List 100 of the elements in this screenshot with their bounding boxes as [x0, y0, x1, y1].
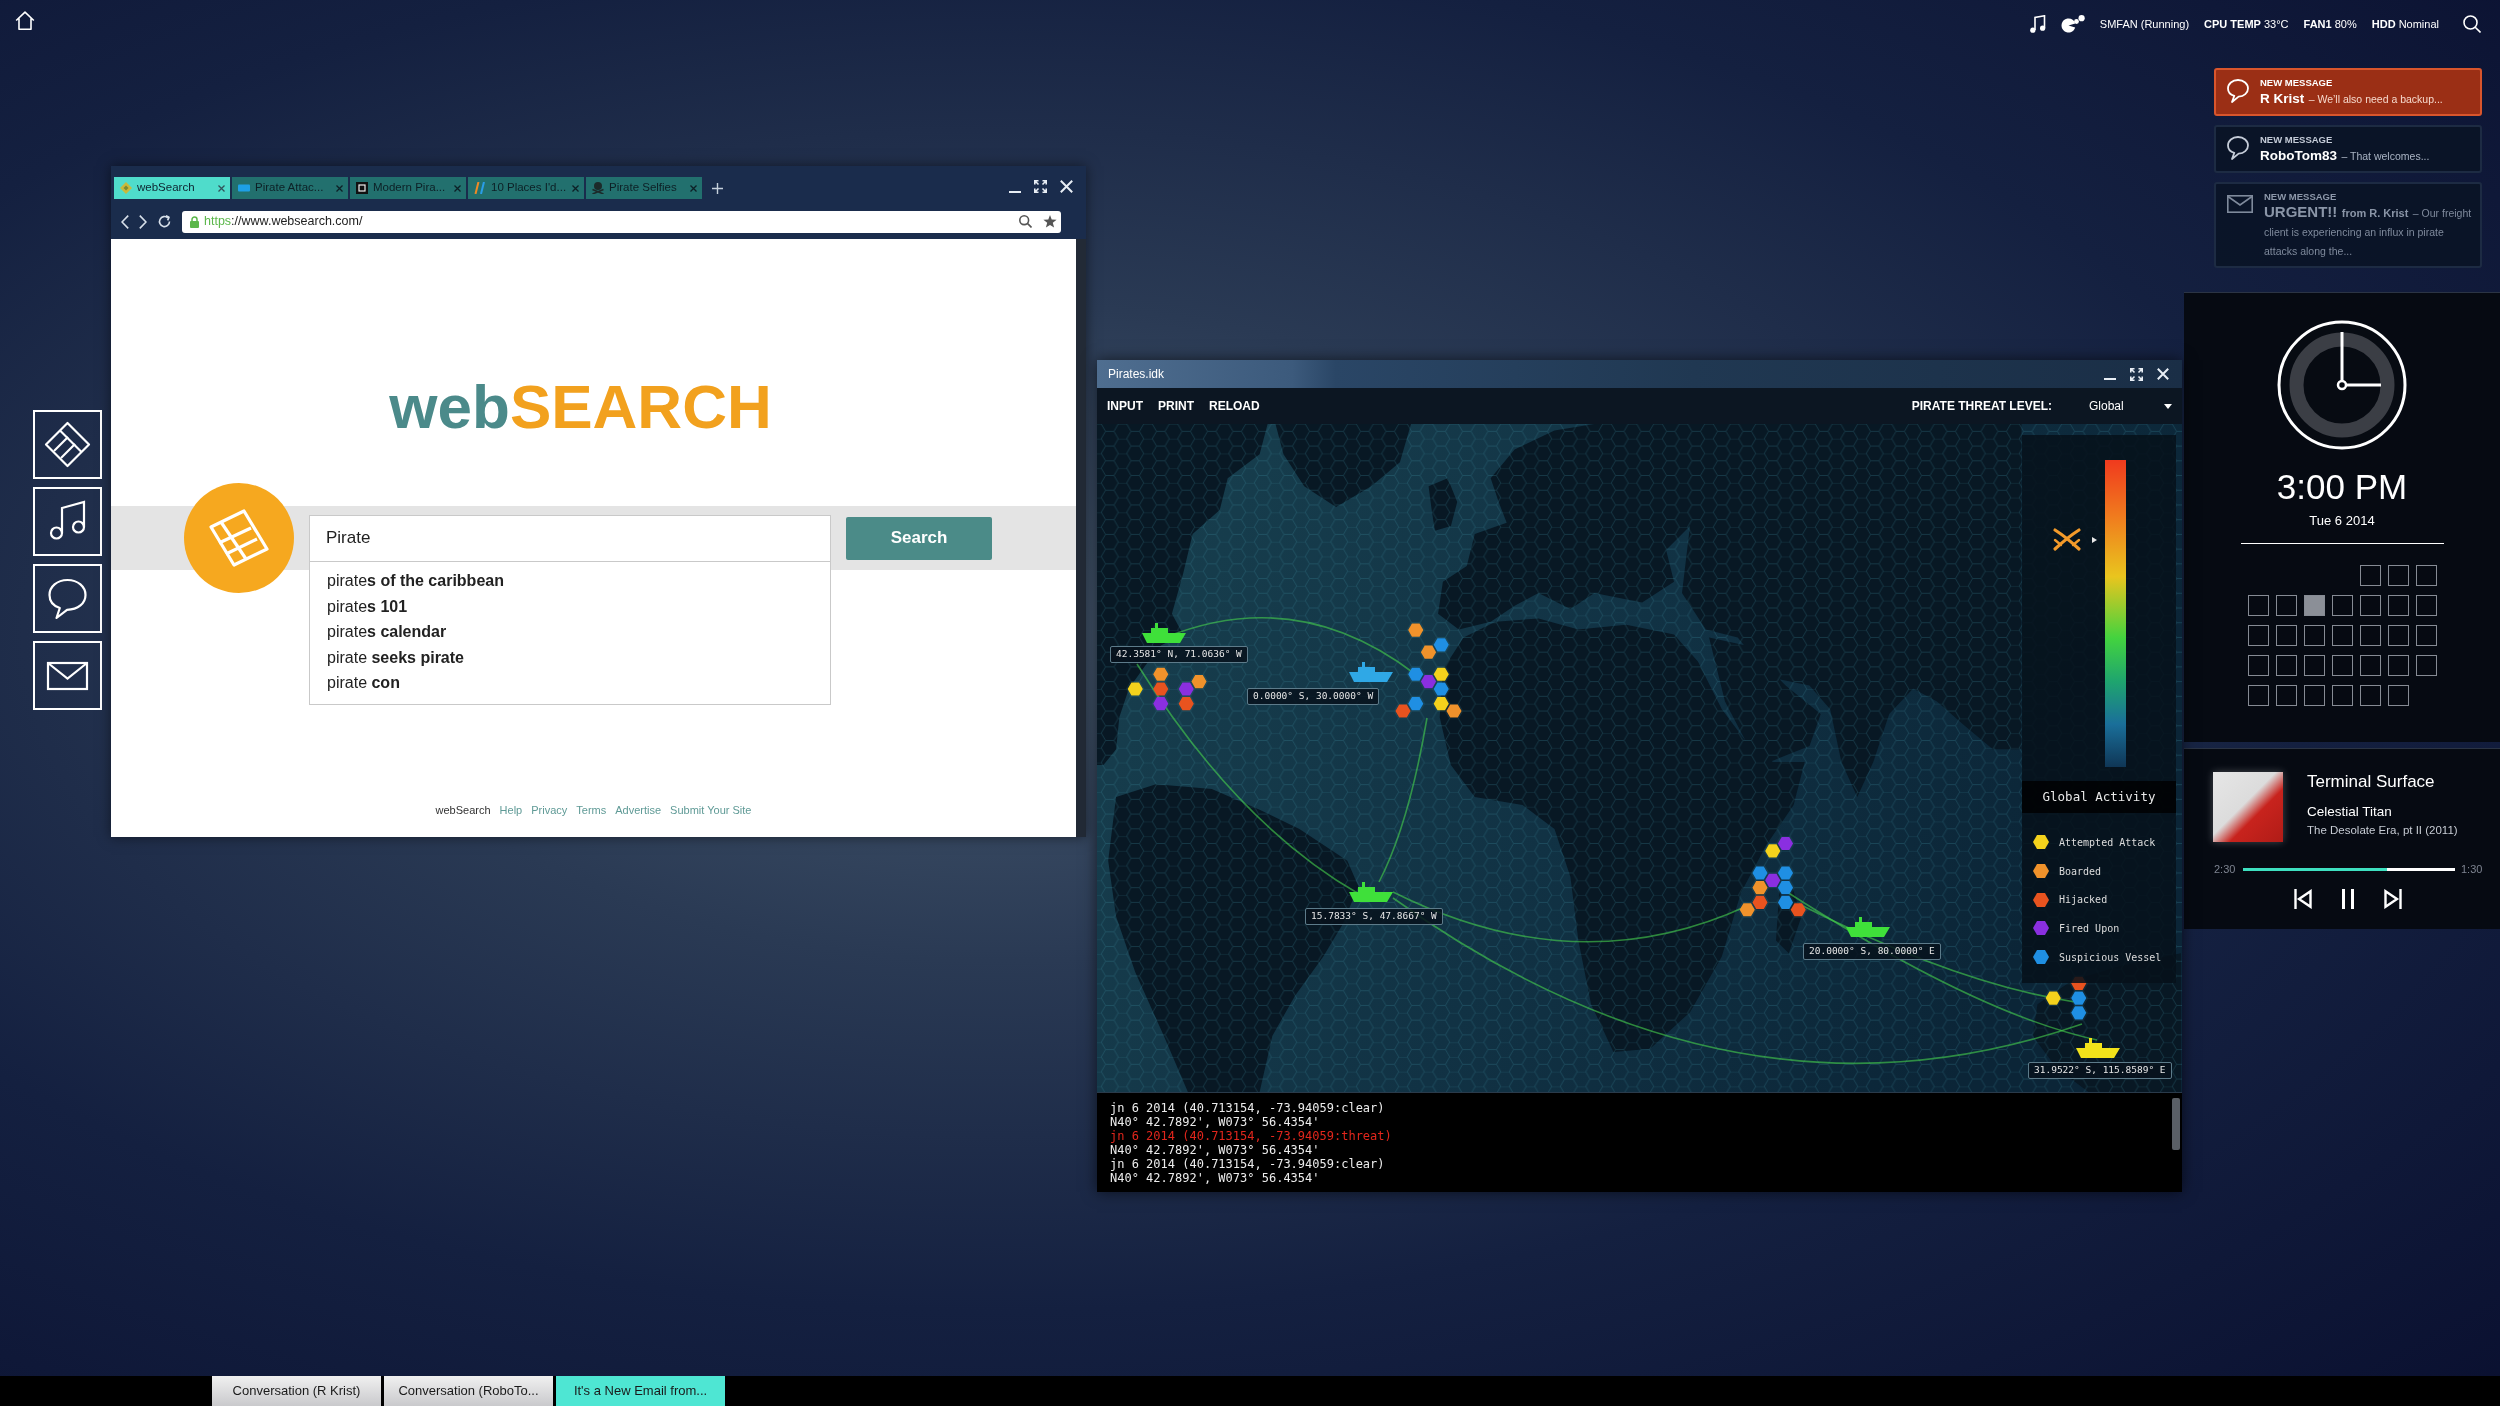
star-icon[interactable]	[1043, 215, 1057, 228]
scrollbar[interactable]	[1076, 239, 1086, 837]
menu-item[interactable]: PRINT	[1158, 397, 1194, 415]
browser-tab[interactable]: webSearch	[114, 177, 230, 199]
clock-date: Tue 6 2014	[2309, 513, 2375, 529]
taskbar-item[interactable]: Conversation (RoboTo...	[384, 1376, 553, 1406]
calendar-day[interactable]	[2415, 625, 2437, 646]
search-suggestion[interactable]: pirates of the caribbean	[310, 568, 830, 594]
calendar-day[interactable]	[2359, 625, 2381, 646]
menu-item[interactable]: RELOAD	[1209, 397, 1260, 415]
search-icon[interactable]	[2463, 15, 2481, 33]
plus-icon[interactable]	[712, 183, 723, 194]
window-title: Pirates.idk	[1108, 366, 1165, 383]
search-field[interactable]: Pirate	[309, 514, 831, 562]
calendar-day[interactable]	[2275, 655, 2297, 676]
chat-bubbles-icon[interactable]	[2060, 15, 2085, 33]
forward-icon[interactable]	[139, 214, 147, 229]
coordinate-label: 15.7833° S, 47.8667° W	[1305, 908, 1443, 925]
reload-icon[interactable]	[158, 215, 171, 228]
music-note-icon[interactable]	[33, 487, 102, 556]
calendar-day[interactable]	[2331, 625, 2353, 646]
search-suggestion[interactable]: pirate con	[310, 670, 830, 696]
calendar-day[interactable]	[2247, 655, 2269, 676]
message-preview: R Krist – We’ll also need a backup...	[2260, 90, 2444, 108]
speech-bubble-icon	[2227, 136, 2249, 160]
calendar-day[interactable]	[2303, 595, 2325, 616]
clock-icon	[2277, 320, 2407, 450]
skull-crossbones-icon	[592, 182, 604, 194]
taskbar-item[interactable]: It's a New Email from...	[556, 1376, 725, 1406]
calendar-day[interactable]	[2415, 655, 2437, 676]
search-button[interactable]: Search	[846, 516, 992, 560]
caret-icon	[2164, 403, 2172, 409]
threat-level-label: PIRATE THREAT LEVEL:	[1911, 398, 2052, 415]
search-suggestion[interactable]: pirate seeks pirate	[310, 644, 830, 670]
calendar-day[interactable]	[2275, 625, 2297, 646]
maximize-icon[interactable]	[1034, 180, 1047, 193]
search-suggestion[interactable]: pirates calendar	[310, 619, 830, 645]
calendar-day[interactable]	[2331, 595, 2353, 616]
calendar-day[interactable]	[2359, 595, 2381, 616]
status-text: HDD Nominal	[2371, 16, 2439, 32]
calendar-day[interactable]	[2387, 655, 2409, 676]
search-icon[interactable]	[1019, 215, 1032, 228]
footer-brand: webSearch	[435, 802, 491, 818]
calendar-day[interactable]	[2387, 565, 2409, 586]
close-icon[interactable]	[218, 184, 225, 192]
status-text: FAN1 80%	[2303, 16, 2357, 32]
calendar-day[interactable]	[2303, 685, 2325, 706]
back-icon[interactable]	[121, 214, 129, 229]
home-icon[interactable]	[15, 11, 35, 30]
square-logo-icon	[356, 182, 368, 194]
calendar-day[interactable]	[2387, 595, 2409, 616]
diamond-logo-icon	[120, 182, 132, 194]
album-cover-placeholder	[2213, 772, 2283, 842]
notification-card[interactable]: NEW MESSAGE R Krist – We’ll also need a backup...	[2214, 68, 2482, 116]
calendar-day[interactable]	[2415, 595, 2437, 616]
minimize-icon[interactable]	[1009, 190, 1021, 193]
pause-icon[interactable]	[2339, 889, 2357, 909]
slash-logo-icon	[474, 182, 486, 194]
music-note-icon[interactable]	[2029, 15, 2046, 33]
calendar-day[interactable]	[2247, 625, 2269, 646]
address-field[interactable]: https://www.websearch.com/	[182, 210, 1061, 233]
mail-icon[interactable]	[33, 641, 102, 710]
taskbar-item[interactable]: Conversation (R Krist)	[212, 1376, 381, 1406]
maximize-icon[interactable]	[2130, 367, 2143, 381]
notification-card[interactable]: NEW MESSAGE RoboTom83 – That welcomes...	[2214, 125, 2482, 173]
coordinate-label: 20.0000° S, 80.0000° E	[1803, 943, 1941, 960]
calendar-day[interactable]	[2387, 625, 2409, 646]
legend-label: Attempted Attack	[2059, 835, 2156, 850]
threat-level-dropdown[interactable]: Global	[2080, 397, 2172, 415]
tag-icon[interactable]	[33, 410, 102, 479]
calendar-day[interactable]	[2275, 685, 2297, 706]
legend-label: Boarded	[2059, 864, 2102, 879]
calendar-day[interactable]	[2415, 565, 2437, 586]
legend-label: Suspicious Vessel	[2059, 950, 2162, 965]
next-track-icon[interactable]	[2384, 889, 2402, 909]
calendar-day[interactable]	[2275, 595, 2297, 616]
calendar-day[interactable]	[2303, 655, 2325, 676]
calendar-day[interactable]	[2387, 685, 2409, 706]
notification-heading: NEW MESSAGE	[2260, 76, 2334, 89]
menu-item[interactable]: INPUT	[1107, 397, 1143, 415]
envelope-icon	[2227, 195, 2253, 213]
calendar-day[interactable]	[2331, 685, 2353, 706]
progress-track[interactable]	[2243, 867, 2455, 871]
calendar-day[interactable]	[2247, 685, 2269, 706]
calendar-day[interactable]	[2247, 595, 2269, 616]
previous-track-icon[interactable]	[2294, 889, 2312, 909]
status-text: CPU TEMP 33°C	[2204, 16, 2289, 32]
chat-bubble-icon[interactable]	[33, 564, 102, 633]
calendar-day[interactable]	[2359, 685, 2381, 706]
scrollbar[interactable]	[2172, 1098, 2180, 1150]
calendar-day[interactable]	[2303, 625, 2325, 646]
site-logo: webSEARCH	[389, 376, 772, 438]
calendar-day[interactable]	[2331, 655, 2353, 676]
search-suggestion[interactable]: pirates 101	[310, 593, 830, 619]
notification-card[interactable]: NEW MESSAGE URGENT!! from R. Krist – Our freight client is experiencing an influx in pirate attacks along the...	[2214, 182, 2482, 268]
calendar-day[interactable]	[2359, 655, 2381, 676]
coordinate-label: 0.0000° S, 30.0000° W	[1247, 688, 1380, 705]
status-text: SMFAN (Running)	[2099, 16, 2190, 32]
album-name: The Desolate Era, pt II (2011)	[2307, 823, 2458, 837]
calendar-day[interactable]	[2359, 565, 2381, 586]
